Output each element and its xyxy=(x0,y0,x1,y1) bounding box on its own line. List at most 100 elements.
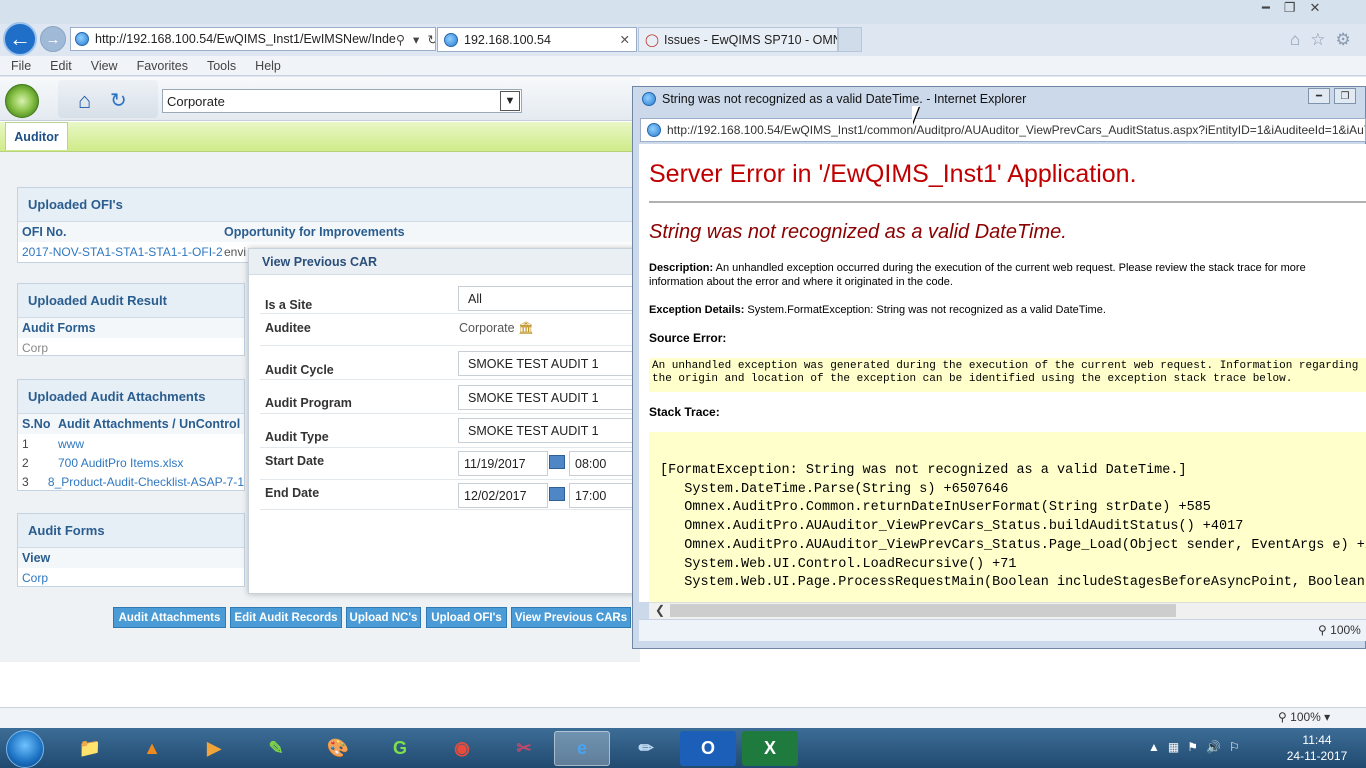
column-header: Opportunity for Improvements xyxy=(224,225,405,239)
network-icon[interactable]: ▦ xyxy=(1168,740,1179,754)
refresh-icon[interactable]: ↻ xyxy=(427,32,435,47)
tab-close-icon[interactable]: ✕ xyxy=(620,32,630,47)
paint-icon[interactable]: 🎨 xyxy=(310,731,366,766)
tab-label: 192.168.100.54 xyxy=(464,32,551,47)
popup-address-bar[interactable]: http://192.168.100.54/EwQIMS_Inst1/commo… xyxy=(640,118,1366,142)
back-button[interactable]: ← xyxy=(3,22,37,56)
flag-icon[interactable]: ⚑ xyxy=(1187,740,1198,754)
upload-ofis-button[interactable]: Upload OFI's xyxy=(426,607,507,628)
audit-type-select[interactable]: SMOKE TEST AUDIT 1 xyxy=(458,418,638,443)
divider xyxy=(649,201,1366,203)
popup-zoom-level[interactable]: ⚲ 100% xyxy=(1318,623,1361,637)
snipping-tool-icon[interactable]: ✂ xyxy=(496,731,552,766)
minimize-icon[interactable]: ━ xyxy=(1308,88,1330,104)
audit-cycle-select[interactable]: SMOKE TEST AUDIT 1 xyxy=(458,351,638,376)
gear-icon[interactable]: ⚙ xyxy=(1336,30,1351,50)
error-description: Description: An unhandled exception occu… xyxy=(649,261,1349,289)
tab-auditor[interactable]: Auditor xyxy=(5,122,68,150)
field-label: Start Date xyxy=(265,454,325,468)
chevron-up-icon[interactable]: ▲ xyxy=(1148,740,1160,754)
exception-text: System.FormatException: String was not r… xyxy=(747,304,1106,316)
source-error-label: Source Error: xyxy=(649,331,1349,345)
file-explorer-icon[interactable]: 📁 xyxy=(62,731,118,766)
row-number: 3 xyxy=(22,474,29,489)
menu-favorites[interactable]: Favorites xyxy=(137,59,188,73)
edit-audit-records-button[interactable]: Edit Audit Records xyxy=(230,607,342,628)
field-label: Auditee xyxy=(265,321,311,335)
field-label: End Date xyxy=(265,486,320,500)
close-icon[interactable]: ✕ xyxy=(1309,0,1320,16)
pen-app-icon[interactable]: ✏ xyxy=(618,731,674,766)
form-row xyxy=(260,314,638,346)
panel-title: Uploaded Audit Result xyxy=(18,284,244,318)
attachment-link[interactable]: 8_Product-Audit-Checklist-ASAP-7-1 xyxy=(48,475,244,489)
excel-icon[interactable]: X xyxy=(742,731,798,766)
star-icon[interactable]: ☆ xyxy=(1310,30,1325,50)
popup-address-text: http://192.168.100.54/EwQIMS_Inst1/commo… xyxy=(667,123,1366,137)
home-icon[interactable]: ⌂ xyxy=(1290,30,1300,50)
zoom-icon: ⚲ xyxy=(1318,623,1327,637)
greenshot-icon[interactable]: G xyxy=(372,731,428,766)
start-button[interactable] xyxy=(6,730,44,768)
restore-icon[interactable]: ❐ xyxy=(1284,0,1296,16)
menu-view[interactable]: View xyxy=(91,59,118,73)
volume-icon[interactable]: 🔊 xyxy=(1206,740,1221,754)
home-icon[interactable]: ⌂ xyxy=(78,88,91,114)
tab-issues[interactable]: ◯ Issues - EwQIMS SP710 - OMN... xyxy=(638,27,838,52)
new-tab-button[interactable] xyxy=(838,27,862,52)
menu-edit[interactable]: Edit xyxy=(50,59,72,73)
list-item[interactable]: Corp xyxy=(18,338,244,357)
bank-building-icon[interactable]: 🏛 xyxy=(518,321,534,335)
minimize-icon[interactable]: ━ xyxy=(1262,0,1270,16)
forward-button[interactable]: → xyxy=(40,26,66,52)
address-bar[interactable]: http://192.168.100.54/EwQIMS_Inst1/EwIMS… xyxy=(70,27,436,51)
omnex-logo-icon: ◯ xyxy=(645,33,659,47)
media-player-icon[interactable]: ▶ xyxy=(186,731,242,766)
attachment-link[interactable]: www xyxy=(58,437,84,451)
view-previous-cars-button[interactable]: View Previous CARs xyxy=(511,607,631,628)
panel-uploaded-audit-attachments: Uploaded Audit Attachments S.No Audit At… xyxy=(17,379,245,491)
field-label: Audit Type xyxy=(265,430,329,444)
calendar-icon[interactable] xyxy=(549,487,565,504)
field-label: Audit Program xyxy=(265,396,352,410)
list-item[interactable]: Corp xyxy=(18,568,244,587)
chrome-icon[interactable]: ◉ xyxy=(434,731,490,766)
menu-file[interactable]: File xyxy=(11,59,31,73)
restore-icon[interactable]: ❐ xyxy=(1334,88,1356,104)
audit-attachments-button[interactable]: Audit Attachments xyxy=(113,607,226,628)
action-center-icon[interactable]: ⚐ xyxy=(1229,740,1240,754)
attachment-link[interactable]: 700 AuditPro Items.xlsx xyxy=(58,456,183,470)
table-row: 3 8_Product-Audit-Checklist-ASAP-7-1 xyxy=(18,472,244,491)
notes-app-icon[interactable]: ✎ xyxy=(248,731,304,766)
upload-ncs-button[interactable]: Upload NC's xyxy=(346,607,421,628)
is-a-site-select[interactable]: All xyxy=(458,286,638,311)
zoom-text: 100% xyxy=(1290,710,1321,724)
menu-tools[interactable]: Tools xyxy=(207,59,236,73)
scrollbar-thumb[interactable] xyxy=(670,604,1176,617)
chevron-down-icon[interactable]: ▼ xyxy=(500,91,520,111)
popup-title: String was not recognized as a valid Dat… xyxy=(642,92,1026,106)
auditee-value: Corporate 🏛 xyxy=(459,321,534,336)
chevron-left-icon[interactable]: ❮ xyxy=(655,603,665,617)
end-time-input[interactable]: 17:00 xyxy=(569,483,638,508)
arrow-left-icon: ← xyxy=(9,26,31,51)
tab-active[interactable]: 192.168.100.54 ✕ xyxy=(437,27,637,52)
calendar-icon[interactable] xyxy=(549,455,565,472)
dropdown-arrow-icon[interactable]: ▾ xyxy=(413,32,419,47)
zoom-text: 100% xyxy=(1330,623,1361,637)
outlook-icon[interactable]: O xyxy=(680,731,736,766)
audit-program-select[interactable]: SMOKE TEST AUDIT 1 xyxy=(458,385,638,410)
internet-explorer-icon[interactable]: e xyxy=(554,731,610,766)
search-icon[interactable]: ⚲ xyxy=(396,32,405,47)
menu-help[interactable]: Help xyxy=(255,59,281,73)
clock[interactable]: 11:44 24-11-2017 xyxy=(1282,732,1352,764)
refresh-icon[interactable]: ↻ xyxy=(110,88,127,113)
start-time-input[interactable]: 08:00 xyxy=(569,451,638,476)
ofi-link[interactable]: 2017-NOV-STA1-STA1-STA1-1-OFI-2 xyxy=(22,245,224,259)
vlc-icon[interactable]: ▲ xyxy=(124,731,180,766)
system-tray: ▲ ▦ ⚑ 🔊 ⚐ xyxy=(1148,740,1240,754)
browser-zoom-level[interactable]: ⚲ 100% ▾ xyxy=(1278,710,1330,724)
entity-select[interactable]: Corporate ▼ xyxy=(162,89,522,113)
end-date-input[interactable]: 12/02/2017 xyxy=(458,483,548,508)
start-date-input[interactable]: 11/19/2017 xyxy=(458,451,548,476)
